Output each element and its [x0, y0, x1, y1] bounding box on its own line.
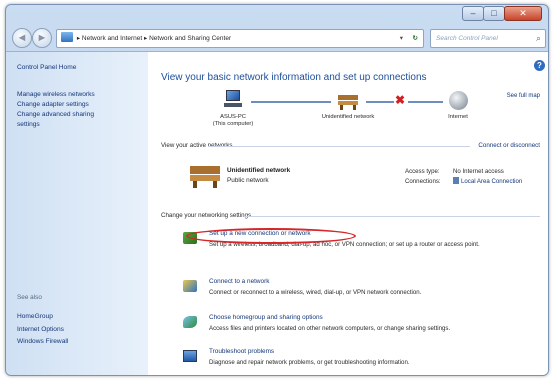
main-content: ? View your basic network information an… [148, 51, 548, 375]
network-name: Unidentified network [227, 167, 291, 174]
computer-label: ASUS-PC (This computer) [210, 114, 256, 128]
sidebar-item-advanced-sharing[interactable]: Change advanced sharing [17, 110, 95, 119]
connect-network-desc: Connect or reconnect to a wireless, wire… [209, 289, 422, 296]
divider [208, 146, 470, 147]
sidebar-item-windows-firewall[interactable]: Windows Firewall [17, 336, 68, 349]
connection-line [251, 101, 331, 103]
refresh-icon[interactable]: ↻ [413, 30, 418, 47]
explorer-window: – □ ✕ ◄ ► ▸ Network and Internet ▸ Netwo… [5, 4, 549, 376]
search-placeholder: Search Control Panel [436, 35, 498, 42]
troubleshoot-icon [183, 350, 197, 362]
sidebar-item-manage-wireless[interactable]: Manage wireless networks [17, 90, 95, 99]
breadcrumb[interactable]: ▸ Network and Internet ▸ Network and Sha… [77, 35, 231, 42]
access-type-value: No Internet access [453, 168, 504, 175]
homegroup-link[interactable]: Choose homegroup and sharing options [209, 314, 323, 321]
page-title: View your basic network information and … [161, 72, 427, 83]
network-property-values: No Internet access Local Area Connection [453, 167, 522, 187]
computer-sub: (This computer) [212, 121, 254, 127]
connection-line [366, 101, 394, 103]
network-label: Unidentified network [321, 114, 375, 120]
change-settings-label: Change your networking settings [161, 212, 252, 219]
navigation-bar: ◄ ► ▸ Network and Internet ▸ Network and… [6, 25, 548, 51]
connection-line [408, 101, 443, 103]
minimize-button[interactable]: – [462, 6, 484, 21]
highlight-annotation [186, 228, 356, 244]
see-full-map-link[interactable]: See full map [507, 93, 540, 99]
sidebar-item-internet-options[interactable]: Internet Options [17, 324, 68, 337]
local-area-connection-link[interactable]: Local Area Connection [461, 178, 522, 185]
troubleshoot-link[interactable]: Troubleshoot problems [209, 348, 274, 355]
connections-label: Connections: [405, 178, 441, 185]
network-type-link[interactable]: Public network [227, 177, 269, 184]
sidebar-item-advanced-sharing-cont[interactable]: settings [17, 120, 95, 129]
maximize-button[interactable]: □ [483, 6, 505, 21]
see-also-links: HomeGroup Internet Options Windows Firew… [17, 311, 68, 349]
internet-label: Internet [448, 114, 468, 120]
sidebar-item-homegroup[interactable]: HomeGroup [17, 311, 68, 324]
network-property-labels: Access type: Connections: [405, 167, 441, 187]
search-input[interactable]: Search Control Panel ⌕ [430, 29, 546, 48]
computer-icon [222, 90, 244, 110]
sidebar-task-links: Manage wireless networks Change adapter … [17, 90, 95, 130]
help-icon[interactable]: ? [534, 60, 545, 71]
see-also-label: See also [17, 294, 42, 301]
back-button[interactable]: ◄ [12, 28, 32, 48]
chevron-down-icon[interactable]: ▾ [400, 30, 403, 47]
ethernet-icon [453, 177, 459, 184]
computer-name: ASUS-PC [220, 114, 246, 120]
sidebar-item-control-panel-home[interactable]: Control Panel Home [17, 64, 76, 71]
connect-network-link[interactable]: Connect to a network [209, 278, 269, 285]
broken-connection-icon: ✖ [395, 93, 406, 107]
control-panel-icon [61, 32, 73, 42]
access-type-label: Access type: [405, 168, 440, 175]
title-bar[interactable]: – □ ✕ [6, 5, 548, 25]
divider [244, 216, 540, 217]
globe-icon [449, 91, 468, 110]
window-controls: – □ ✕ [462, 6, 542, 21]
close-button[interactable]: ✕ [504, 6, 542, 21]
troubleshoot-desc: Diagnose and repair network problems, or… [209, 359, 410, 366]
homegroup-icon [183, 316, 197, 328]
sidebar-item-adapter-settings[interactable]: Change adapter settings [17, 100, 95, 109]
forward-button[interactable]: ► [32, 28, 52, 48]
connect-disconnect-link[interactable]: Connect or disconnect [478, 142, 540, 149]
search-icon[interactable]: ⌕ [536, 30, 541, 47]
public-network-icon [190, 164, 220, 188]
connect-network-icon [183, 280, 197, 292]
homegroup-desc: Access files and printers located on oth… [209, 325, 451, 332]
sidebar: Control Panel Home Manage wireless netwo… [6, 51, 148, 375]
address-bar[interactable]: ▸ Network and Internet ▸ Network and Sha… [56, 29, 424, 48]
bench-network-icon [337, 92, 359, 110]
